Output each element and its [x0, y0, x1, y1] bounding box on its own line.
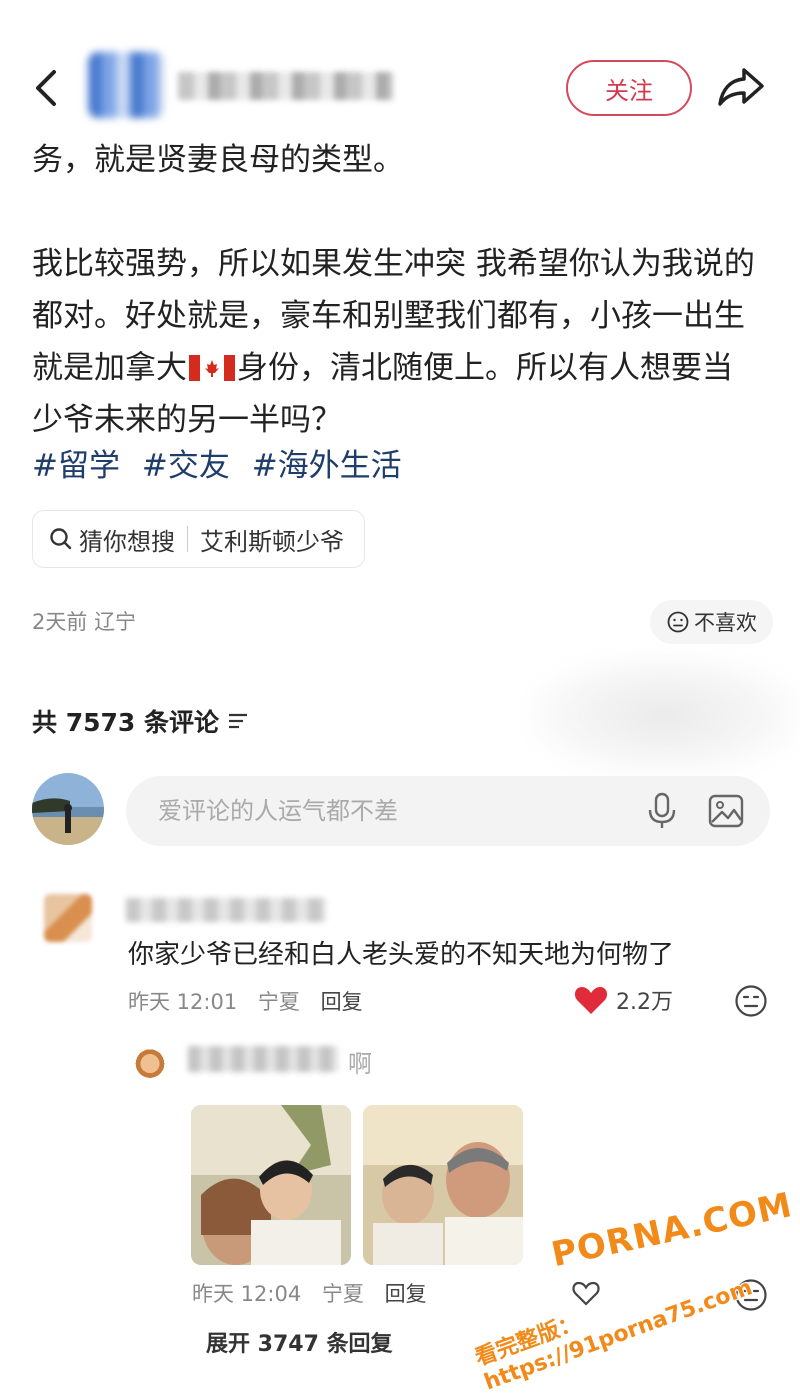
post-time: 2天前: [32, 610, 88, 634]
comment-count-label: 共 7573 条评论: [32, 708, 219, 737]
expand-replies-button[interactable]: 展开 3747 条回复: [206, 1326, 393, 1358]
reply-location: 宁夏: [321, 1282, 364, 1306]
replier-avatar[interactable]: [134, 1046, 166, 1078]
microphone-icon[interactable]: [646, 792, 678, 830]
image-icon[interactable]: [708, 794, 744, 828]
post-line: 就是加拿大 身份，清北随便上。所以有人想要当: [32, 342, 772, 394]
hashtag[interactable]: #留学: [32, 448, 120, 484]
search-suggestion-term: 艾利斯顿少爷: [200, 527, 344, 556]
follow-button[interactable]: 关注: [566, 60, 692, 116]
like-button[interactable]: 2.2万: [574, 984, 673, 1016]
neutral-face-icon: [667, 611, 689, 633]
comment-location: 宁夏: [257, 990, 300, 1014]
hashtag[interactable]: #海外生活: [252, 448, 402, 484]
reply-meta: 昨天 12:04 宁夏 回复: [192, 1278, 441, 1308]
hashtag-list: #留学 #交友 #海外生活: [32, 440, 414, 485]
blurred-area: [530, 655, 800, 775]
reply-time: 昨天 12:04: [192, 1282, 302, 1306]
replier-name-blurred[interactable]: [188, 1046, 338, 1072]
divider: [187, 526, 188, 552]
post-line: 务，就是贤妻良母的类型。: [32, 142, 404, 178]
like-count: 2.2万: [616, 990, 673, 1015]
reply-button[interactable]: 回复: [385, 1282, 427, 1306]
dislike-button[interactable]: 不喜欢: [650, 600, 773, 644]
user-avatar[interactable]: [32, 773, 104, 845]
post-line: 少爷未来的另一半吗？: [32, 402, 342, 438]
reply-photo[interactable]: [363, 1105, 523, 1265]
post-line: 都对。好处就是，豪车和别墅我们都有，小孩一出生: [32, 298, 745, 334]
heart-icon: [574, 987, 608, 1014]
post-location: 辽宁: [94, 610, 137, 634]
sort-icon[interactable]: [227, 712, 249, 730]
reply-button[interactable]: 回复: [321, 990, 363, 1014]
comment-text: 你家少爷已经和白人老头爱的不知天地为何物了: [128, 940, 675, 970]
comment-count: 共 7573 条评论: [32, 703, 249, 739]
share-icon[interactable]: [716, 62, 766, 112]
dislike-label: 不喜欢: [694, 611, 757, 635]
canada-flag-icon: [189, 355, 235, 381]
search-suggestion-chip[interactable]: 猜你想搜 艾利斯顿少爷: [32, 510, 365, 568]
emoji-reaction-icon[interactable]: [734, 984, 768, 1018]
reply-text: 啊: [348, 1050, 372, 1078]
back-arrow-icon[interactable]: [30, 66, 64, 110]
author-avatar[interactable]: [88, 52, 164, 118]
comment-time: 昨天 12:01: [128, 990, 238, 1014]
commenter-name-blurred[interactable]: [126, 898, 326, 922]
reply-photo[interactable]: [191, 1105, 351, 1265]
post-line: 我比较强势，所以如果发生冲突 我希望你认为我说的: [32, 246, 755, 282]
search-suggestion-prefix: 猜你想搜: [79, 527, 175, 556]
post-body: 务，就是贤妻良母的类型。 我比较强势，所以如果发生冲突 我希望你认为我说的 都对…: [32, 134, 772, 446]
search-icon: [50, 528, 72, 550]
post-meta: 2天前 辽宁: [32, 606, 136, 636]
author-name-blurred[interactable]: [178, 72, 393, 100]
hashtag[interactable]: #交友: [142, 448, 230, 484]
post-segment: 身份，清北随便上。所以有人想要当: [237, 350, 733, 386]
post-segment: 就是加拿大: [32, 350, 187, 386]
comment-meta: 昨天 12:01 宁夏 回复: [128, 986, 377, 1016]
commenter-avatar[interactable]: [44, 894, 92, 942]
